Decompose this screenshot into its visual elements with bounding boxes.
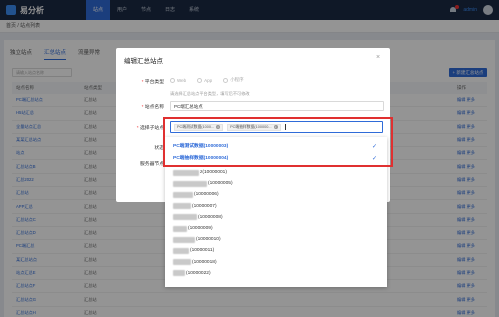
redacted-text [173,169,199,176]
option-id: (10000009) [188,226,213,231]
redacted-text [173,247,189,254]
dropdown-option[interactable]: (10000009) [173,224,213,233]
option-id: (10000006) [194,192,219,198]
platform-radio-miniprogram[interactable]: 小程序 [223,77,244,83]
dropdown-option[interactable]: (10000006) [173,190,219,199]
dialog-title: 编辑汇总站点 [124,58,163,65]
platform-radio-app[interactable]: App [197,77,212,83]
dropdown-option[interactable]: (10000022) [173,269,211,278]
redacted-text [173,191,193,198]
dropdown-option[interactable]: (10000005) [173,179,233,188]
redacted-text [173,203,191,210]
dropdown-option[interactable]: (10000008) [173,213,223,222]
site-name-input[interactable]: PC端汇总站点 [170,101,384,111]
platform-hint: 请选择汇总站点平台类型，填写后不可修改 [170,91,250,96]
dropdown-option[interactable]: (10000007) [173,202,217,211]
option-id: z(10000001) [200,170,227,175]
name-label: * 站点名称 [141,105,164,110]
platform-label: * 平台类型 [141,80,164,85]
option-id: (10000022) [186,270,211,276]
option-id: (10000010) [196,237,221,243]
server-node-label: 服务器节点 [140,162,164,167]
dropdown-option[interactable]: (10000018) [173,258,217,267]
option-id: (10000008) [198,214,223,220]
child-sites-label: * 选择子站点 [136,126,164,131]
highlight-box [163,117,393,167]
option-id: (10000005) [208,181,233,187]
dropdown-option[interactable]: (10000010) [173,235,221,244]
redacted-text [173,259,191,266]
option-id: (10000011) [190,248,215,254]
redacted-text [173,270,185,277]
close-icon[interactable]: × [374,54,382,62]
platform-radio-web[interactable]: Web [170,77,186,83]
redacted-text [173,225,187,232]
status-label: 状态 [154,146,164,151]
option-id: (10000007) [192,203,217,209]
dropdown-option[interactable]: z(10000001) [173,168,227,177]
redacted-text [173,236,195,243]
dropdown-option[interactable]: (10000011) [173,246,214,255]
platform-radio-group: Web App 小程序 [170,77,244,83]
redacted-text [173,214,197,221]
redacted-text [173,180,207,187]
option-id: (10000018) [192,259,217,265]
